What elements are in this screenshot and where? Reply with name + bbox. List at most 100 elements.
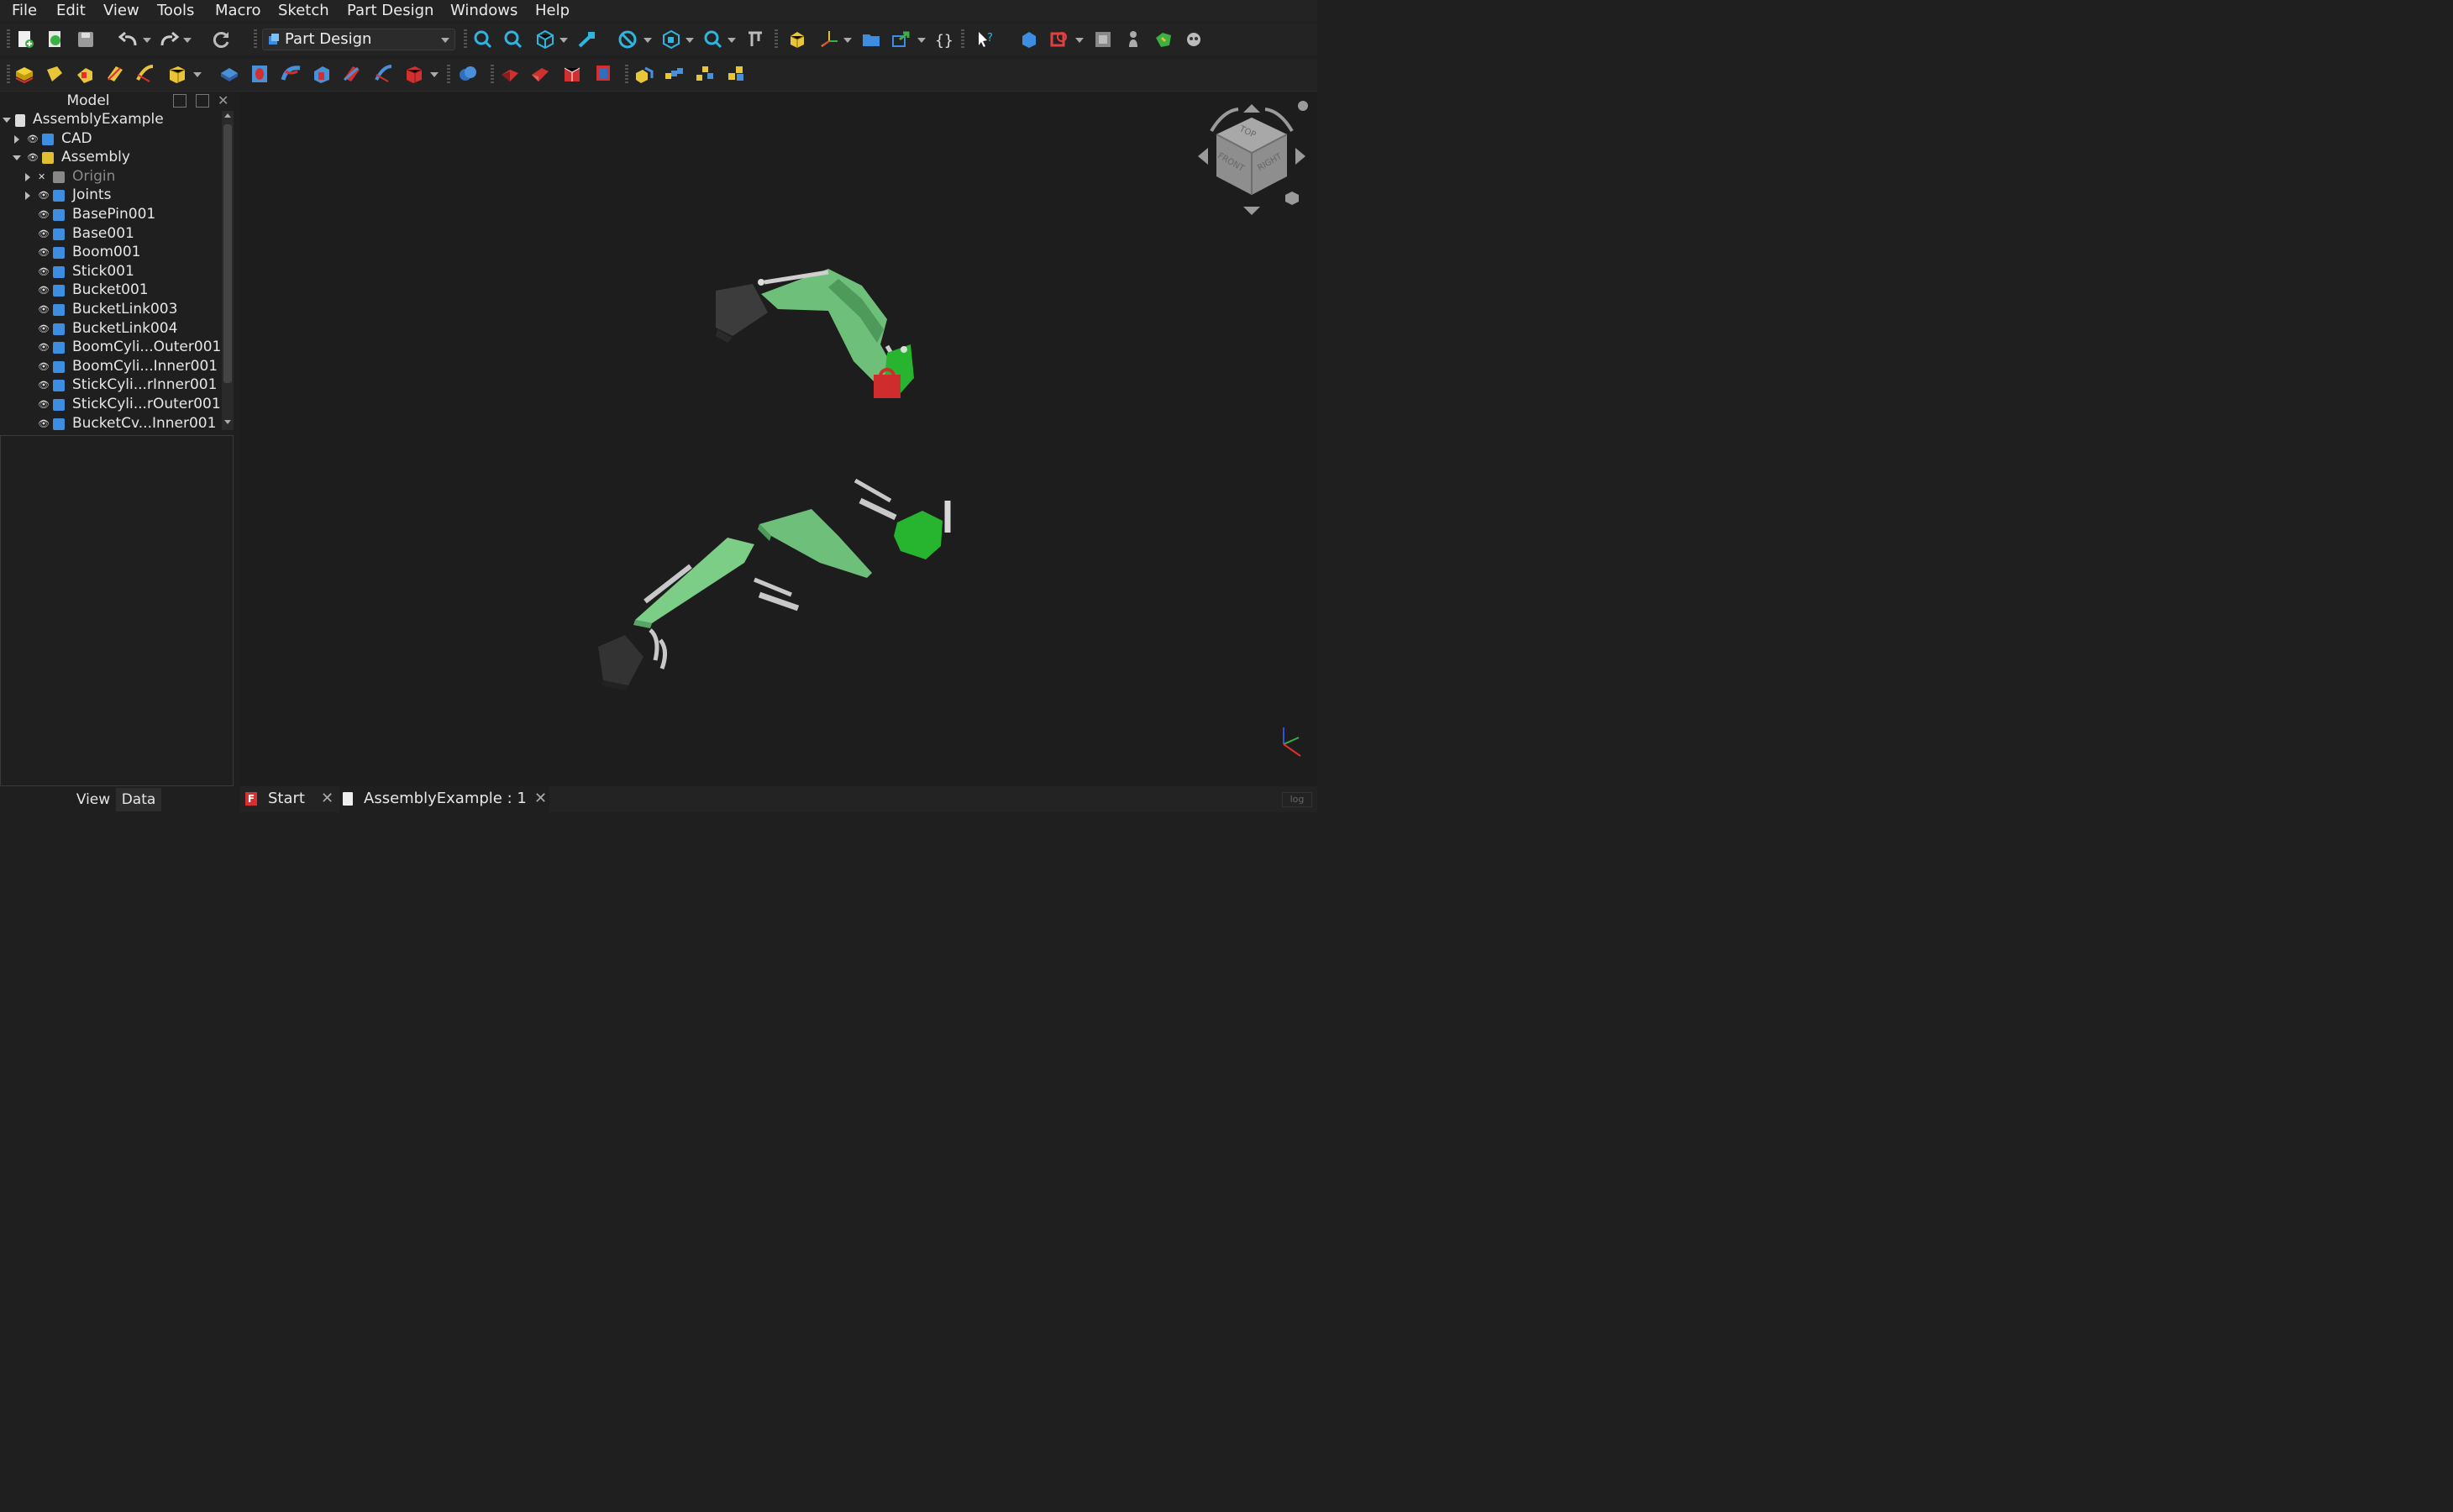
- rotate-up-icon[interactable]: [1243, 104, 1260, 113]
- tree-item-assembly[interactable]: 👁 Assembly: [0, 149, 222, 167]
- variable-set-icon[interactable]: {}: [932, 29, 954, 50]
- toolbar-grip[interactable]: [7, 29, 10, 50]
- base-pin-exploded[interactable]: [854, 478, 892, 503]
- toolbar-grip[interactable]: [464, 29, 467, 50]
- boom-cylinder-inner-exploded[interactable]: [754, 577, 792, 597]
- menu-part-design[interactable]: Part Design: [347, 2, 433, 19]
- fit-all-icon[interactable]: [472, 29, 494, 50]
- create-datum-icon[interactable]: [818, 29, 840, 50]
- zoom-dropdown-icon[interactable]: [727, 38, 736, 43]
- boom-exploded[interactable]: [759, 509, 872, 578]
- hole-icon[interactable]: [249, 63, 271, 85]
- toolbar-grip[interactable]: [961, 29, 964, 50]
- part-body-icon[interactable]: [1018, 29, 1040, 50]
- pad-icon[interactable]: [13, 63, 35, 85]
- link-dropdown-icon[interactable]: [917, 38, 926, 43]
- eye-icon[interactable]: 👁: [38, 399, 50, 410]
- tab-start[interactable]: F Start ✕: [244, 786, 336, 812]
- tree-scrollbar-thumb[interactable]: [223, 124, 232, 383]
- boolean-icon[interactable]: [457, 63, 479, 85]
- fillet-icon[interactable]: [499, 63, 521, 85]
- eye-icon[interactable]: 👁: [38, 228, 50, 239]
- subtractive-helix-icon[interactable]: [373, 63, 395, 85]
- chevron-down-icon[interactable]: [3, 118, 11, 123]
- eye-icon[interactable]: 👁: [38, 418, 50, 429]
- tree-item-origin[interactable]: ✕ Origin: [0, 168, 222, 186]
- draft-icon[interactable]: [561, 63, 583, 85]
- eye-hidden-icon[interactable]: ✕: [38, 171, 45, 182]
- tree-item-stickcyli-rinner001[interactable]: 👁 StickCyli...rInner001: [0, 376, 222, 395]
- eye-icon[interactable]: 👁: [38, 361, 50, 372]
- view-dropdown-icon[interactable]: [559, 38, 568, 43]
- multi-transform-icon[interactable]: [726, 63, 748, 85]
- nav-home-icon[interactable]: [1285, 192, 1299, 205]
- boom-cylinder-outer-exploded[interactable]: [758, 591, 800, 612]
- panel-dock-icon[interactable]: [173, 94, 186, 108]
- groove-icon[interactable]: [281, 63, 302, 85]
- additive-dropdown-icon[interactable]: [193, 72, 202, 77]
- measure-icon[interactable]: [744, 29, 766, 50]
- eye-icon[interactable]: 👁: [38, 247, 50, 258]
- tree-item-boomcyli-outer001[interactable]: 👁 BoomCyli...Outer001: [0, 339, 222, 357]
- menu-windows[interactable]: Windows: [450, 2, 517, 19]
- eye-icon[interactable]: 👁: [27, 152, 39, 163]
- chevron-right-icon[interactable]: [14, 135, 19, 144]
- tree-item-bucketlink004[interactable]: 👁 BucketLink004: [0, 320, 222, 339]
- eye-icon[interactable]: 👁: [38, 304, 50, 315]
- thickness-icon[interactable]: [591, 63, 613, 85]
- datum-dropdown-icon[interactable]: [843, 38, 852, 43]
- toolbar-grip[interactable]: [447, 65, 450, 85]
- linear-pattern-icon[interactable]: [664, 63, 685, 85]
- redo-icon[interactable]: [158, 29, 180, 50]
- shape-binder-icon[interactable]: [1048, 29, 1070, 50]
- panel-float-icon[interactable]: [196, 94, 209, 108]
- toolbar-grip[interactable]: [775, 29, 778, 50]
- tree-item-bucketlink003[interactable]: 👁 BucketLink003: [0, 301, 222, 319]
- bucket-exploded[interactable]: [598, 635, 643, 685]
- subtractive-dropdown-icon[interactable]: [430, 72, 439, 77]
- navigation-cube[interactable]: TOP FRONT RIGHT: [1193, 97, 1311, 223]
- rotate-down-icon[interactable]: [1243, 207, 1260, 215]
- link-icon[interactable]: [890, 29, 912, 50]
- stick-exploded[interactable]: [635, 538, 754, 623]
- eye-icon[interactable]: 👁: [38, 285, 50, 296]
- subtractive-loft-icon[interactable]: [311, 63, 333, 85]
- tab-assembly-example[interactable]: AssemblyExample : 1 ✕: [339, 786, 549, 812]
- tab-data[interactable]: Data: [116, 788, 161, 811]
- polar-pattern-icon[interactable]: [694, 63, 716, 85]
- bucket-assembled[interactable]: [716, 284, 768, 336]
- draw-style-icon[interactable]: [617, 29, 638, 50]
- save-icon[interactable]: [75, 29, 97, 50]
- isometric-view-icon[interactable]: [534, 29, 556, 50]
- toolbar-grip[interactable]: [254, 29, 257, 50]
- pocket-icon[interactable]: [218, 63, 240, 85]
- create-part-icon[interactable]: [786, 29, 808, 50]
- mirrored-icon[interactable]: [633, 63, 655, 85]
- tree-item-basepin001[interactable]: 👁 BasePin001: [0, 206, 222, 224]
- bounding-box-icon[interactable]: [660, 29, 682, 50]
- log-button[interactable]: log: [1282, 792, 1312, 807]
- scroll-up-icon[interactable]: [224, 113, 231, 118]
- base-exploded[interactable]: [894, 511, 943, 559]
- panel-close-icon[interactable]: ✕: [218, 92, 233, 109]
- new-document-icon[interactable]: [14, 29, 36, 50]
- tree-item-bucket001[interactable]: 👁 Bucket001: [0, 281, 222, 300]
- undo-dropdown-icon[interactable]: [143, 38, 151, 43]
- subtractive-primitive-icon[interactable]: [403, 63, 425, 85]
- eye-icon[interactable]: 👁: [38, 266, 50, 277]
- tree-item-cad[interactable]: 👁 CAD: [0, 130, 222, 149]
- nav-menu-icon[interactable]: [1298, 101, 1308, 111]
- revolution-icon[interactable]: [44, 63, 66, 85]
- binder-dropdown-icon[interactable]: [1075, 38, 1084, 43]
- tree-item-root[interactable]: AssemblyExample: [0, 111, 222, 129]
- menu-sketch[interactable]: Sketch: [278, 2, 329, 19]
- model-render[interactable]: [240, 92, 1317, 786]
- 3d-viewport[interactable]: TOP FRONT RIGHT: [240, 92, 1317, 786]
- eye-icon[interactable]: 👁: [38, 342, 50, 353]
- assembled-arm[interactable]: [716, 269, 914, 398]
- pipe-icon[interactable]: [104, 63, 126, 85]
- draw-style-dropdown-icon[interactable]: [643, 38, 652, 43]
- tab-view[interactable]: View: [71, 788, 116, 811]
- bounding-box-dropdown-icon[interactable]: [685, 38, 694, 43]
- menu-help[interactable]: Help: [535, 2, 570, 19]
